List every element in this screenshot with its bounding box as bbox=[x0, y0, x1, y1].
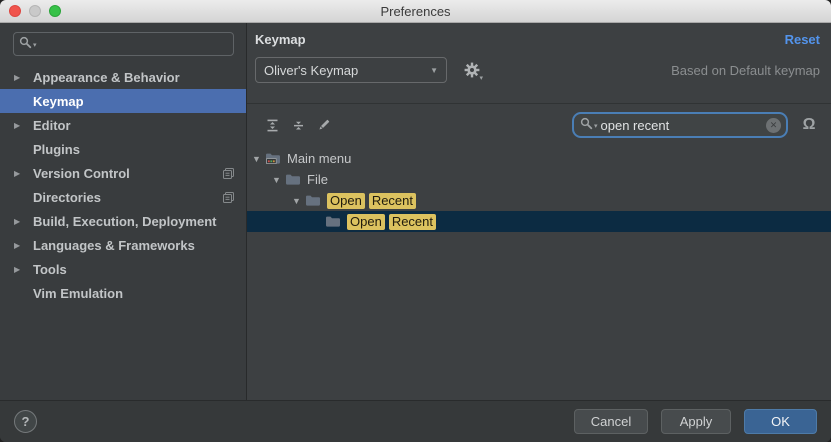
apply-button[interactable]: Apply bbox=[661, 409, 731, 434]
search-icon bbox=[580, 117, 593, 133]
chevron-down-icon[interactable]: ▼ bbox=[292, 196, 305, 206]
match-segment: Open bbox=[327, 193, 365, 209]
ok-button[interactable]: OK bbox=[744, 409, 817, 434]
based-on-label: Based on Default keymap bbox=[671, 63, 820, 78]
folder-icon bbox=[305, 194, 321, 207]
keymap-select-value: Oliver's Keymap bbox=[264, 63, 430, 78]
sidebar-item-appearance-behavior[interactable]: ▶ Appearance & Behavior bbox=[0, 65, 246, 89]
sidebar-item-label: Vim Emulation bbox=[33, 286, 123, 301]
match-segment: Open bbox=[347, 214, 385, 230]
tree-row-open-recent-group[interactable]: ▼ Open Recent bbox=[247, 190, 831, 211]
chevron-right-icon[interactable]: ▶ bbox=[14, 169, 33, 178]
collapse-all-button[interactable] bbox=[287, 114, 309, 136]
highlighted-match: Open Recent bbox=[327, 193, 416, 209]
tree-row-open-recent-selected[interactable]: Open Recent bbox=[247, 211, 831, 232]
sidebar-item-label: Appearance & Behavior bbox=[33, 70, 180, 85]
minimize-button[interactable] bbox=[29, 5, 41, 17]
sidebar-item-directories[interactable]: Directories bbox=[0, 185, 246, 209]
sidebar-item-label: Version Control bbox=[33, 166, 130, 181]
chevron-right-icon[interactable]: ▶ bbox=[14, 121, 33, 130]
tree-row-file[interactable]: ▼ File bbox=[247, 169, 831, 190]
settings-sidebar: ▾ ▶ Appearance & Behavior Keymap ▶ Edito… bbox=[0, 23, 247, 400]
project-settings-icon bbox=[222, 191, 235, 204]
chevron-right-icon[interactable]: ▶ bbox=[14, 217, 33, 226]
title-bar: Preferences bbox=[0, 0, 831, 23]
search-icon bbox=[19, 36, 32, 52]
traffic-lights bbox=[9, 5, 61, 17]
keymap-panel: Keymap Reset Oliver's Keymap ▼ bbox=[247, 23, 831, 400]
sidebar-item-label: Editor bbox=[33, 118, 71, 133]
reset-link[interactable]: Reset bbox=[785, 32, 820, 47]
sidebar-item-plugins[interactable]: Plugins bbox=[0, 137, 246, 161]
pencil-icon bbox=[317, 118, 331, 132]
help-button[interactable]: ? bbox=[14, 410, 37, 433]
tree-row-label: Main menu bbox=[287, 151, 351, 166]
expand-all-button[interactable] bbox=[261, 114, 283, 136]
gear-dropdown-arrow-icon: ▾ bbox=[479, 74, 483, 82]
action-search-input[interactable] bbox=[599, 117, 765, 134]
sidebar-item-label: Tools bbox=[33, 262, 67, 277]
sidebar-item-vim-emulation[interactable]: Vim Emulation bbox=[0, 281, 246, 305]
find-actions-by-shortcut-icon[interactable]: Ω bbox=[798, 114, 820, 136]
sidebar-item-editor[interactable]: ▶ Editor bbox=[0, 113, 246, 137]
keymap-header: Keymap Reset Oliver's Keymap ▼ bbox=[247, 23, 831, 104]
chevron-right-icon[interactable]: ▶ bbox=[14, 73, 33, 82]
chevron-right-icon[interactable]: ▶ bbox=[14, 265, 33, 274]
keymap-select[interactable]: Oliver's Keymap ▼ bbox=[255, 57, 447, 83]
sidebar-item-label: Build, Execution, Deployment bbox=[33, 214, 216, 229]
preferences-window: Preferences ▾ ▶ Appearance & Behavior Ke… bbox=[0, 0, 831, 442]
close-button[interactable] bbox=[9, 5, 21, 17]
match-segment: Recent bbox=[369, 193, 416, 209]
sidebar-item-tools[interactable]: ▶ Tools bbox=[0, 257, 246, 281]
dialog-body: ▾ ▶ Appearance & Behavior Keymap ▶ Edito… bbox=[0, 23, 831, 400]
tree-row-main-menu[interactable]: ▼ Main menu bbox=[247, 148, 831, 169]
project-settings-icon bbox=[222, 167, 235, 180]
expand-all-icon bbox=[266, 119, 279, 132]
main-menu-icon bbox=[265, 152, 281, 165]
keymap-toolbar: ▾ ✕ Ω bbox=[247, 104, 831, 146]
tree-row-label: File bbox=[307, 172, 328, 187]
search-options-arrow-icon[interactable]: ▾ bbox=[33, 42, 37, 49]
sidebar-item-languages-frameworks[interactable]: ▶ Languages & Frameworks bbox=[0, 233, 246, 257]
sidebar-item-build-execution-deployment[interactable]: ▶ Build, Execution, Deployment bbox=[0, 209, 246, 233]
chevron-down-icon: ▼ bbox=[430, 66, 438, 75]
window-title: Preferences bbox=[380, 4, 450, 19]
highlighted-match: Open Recent bbox=[347, 214, 436, 230]
sidebar-search-field[interactable]: ▾ bbox=[13, 32, 234, 56]
page-title: Keymap bbox=[255, 32, 306, 47]
sidebar-item-label: Languages & Frameworks bbox=[33, 238, 195, 253]
edit-shortcut-button[interactable] bbox=[313, 114, 335, 136]
chevron-right-icon[interactable]: ▶ bbox=[14, 241, 33, 250]
clear-search-icon[interactable]: ✕ bbox=[766, 118, 781, 133]
sidebar-item-label: Plugins bbox=[33, 142, 80, 157]
sidebar-nav: ▶ Appearance & Behavior Keymap ▶ Editor … bbox=[0, 65, 246, 305]
sidebar-item-keymap[interactable]: Keymap bbox=[0, 89, 246, 113]
search-options-arrow-icon[interactable]: ▾ bbox=[594, 123, 598, 130]
action-search-field[interactable]: ▾ ✕ bbox=[572, 112, 788, 138]
sidebar-item-version-control[interactable]: ▶ Version Control bbox=[0, 161, 246, 185]
folder-icon bbox=[325, 215, 341, 228]
sidebar-item-label: Keymap bbox=[33, 94, 84, 109]
dialog-footer: ? Cancel Apply OK bbox=[0, 400, 831, 442]
sidebar-item-label: Directories bbox=[33, 190, 101, 205]
match-segment: Recent bbox=[389, 214, 436, 230]
chevron-down-icon[interactable]: ▼ bbox=[272, 175, 285, 185]
folder-icon bbox=[285, 173, 301, 186]
sidebar-search-input[interactable] bbox=[38, 36, 228, 53]
keymap-settings-button[interactable]: ▾ bbox=[462, 60, 482, 80]
collapse-all-icon bbox=[292, 119, 305, 132]
chevron-down-icon[interactable]: ▼ bbox=[252, 154, 265, 164]
gear-icon bbox=[464, 62, 480, 78]
zoom-button[interactable] bbox=[49, 5, 61, 17]
keymap-tree: ▼ Main menu ▼ bbox=[247, 146, 831, 400]
cancel-button[interactable]: Cancel bbox=[574, 409, 648, 434]
